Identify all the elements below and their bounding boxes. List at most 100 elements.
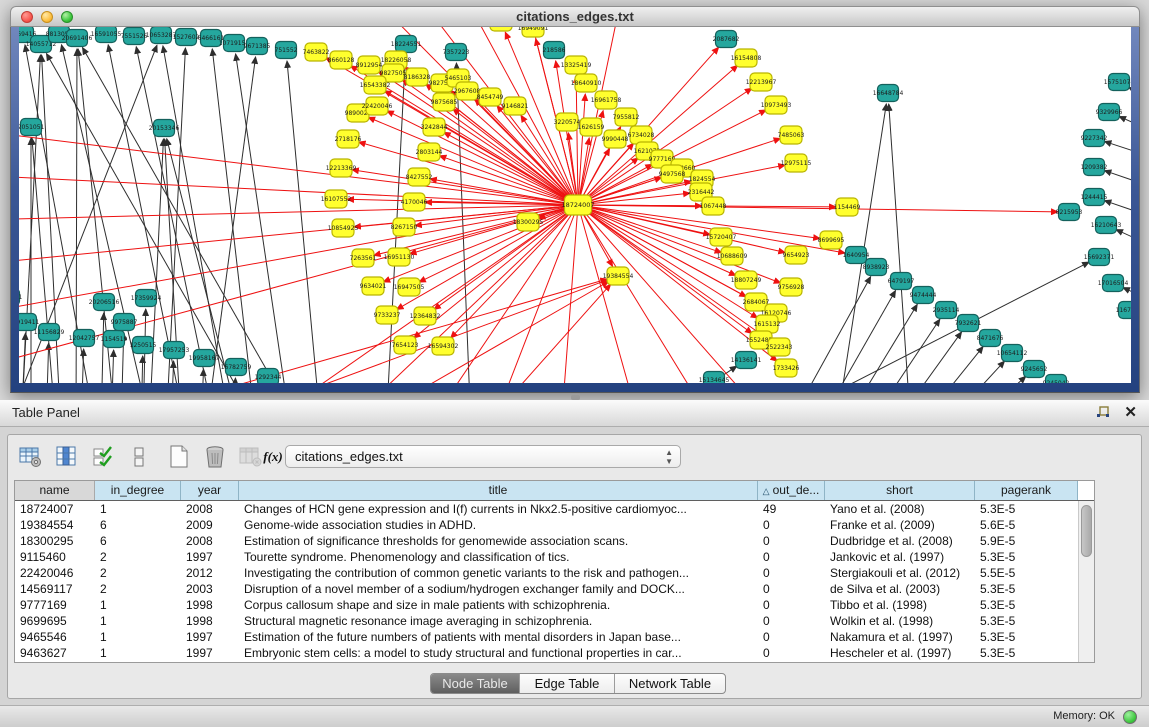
memory-ok-indicator[interactable] <box>1123 710 1137 724</box>
column-header-out_de[interactable]: △out_de... <box>758 481 825 500</box>
graph-node[interactable]: 7485063 <box>778 126 805 144</box>
column-header-year[interactable]: year <box>181 481 239 500</box>
window-titlebar[interactable]: citations_edges.txt <box>10 6 1140 27</box>
graph-node[interactable]: 15692371 <box>1084 249 1115 266</box>
graph-node[interactable]: 16951130 <box>384 248 415 266</box>
graph-node[interactable]: 1615132 <box>754 315 781 333</box>
graph-node[interactable]: 7955812 <box>613 108 640 126</box>
table-settings-icon[interactable] <box>18 444 44 470</box>
graph-node[interactable]: 3242844 <box>421 118 448 136</box>
graph-node[interactable]: 1244415 <box>1081 189 1108 206</box>
graph-node[interactable]: 8938923 <box>863 259 890 276</box>
graph-node[interactable]: 7654123 <box>392 336 419 354</box>
graph-node[interactable]: 16648784 <box>873 85 904 102</box>
graph-node[interactable]: 2087682 <box>713 31 740 48</box>
graph-node[interactable]: 12364832 <box>410 307 441 325</box>
graph-node[interactable]: 9671385 <box>244 38 271 55</box>
graph-node[interactable]: 9474444 <box>910 287 937 304</box>
graph-node[interactable]: 16961758 <box>591 91 622 109</box>
graph-node[interactable]: 9733237 <box>374 306 401 324</box>
graph-node[interactable]: 2522343 <box>766 338 793 356</box>
graph-node[interactable]: 9497568 <box>659 165 686 183</box>
float-panel-icon[interactable] <box>1096 406 1111 421</box>
graph-node[interactable]: 18224551 <box>391 36 422 53</box>
graph-node[interactable]: 1154469 <box>834 198 861 216</box>
graph-node[interactable]: 16154808 <box>731 49 762 67</box>
table-row[interactable]: 946554611997Estimation of the future num… <box>15 629 1078 645</box>
table-row[interactable]: 1872400712008Changes of HCN gene express… <box>15 501 1078 517</box>
graph-node[interactable]: 22420046 <box>362 97 393 115</box>
graph-node[interactable]: 218586 <box>543 42 566 59</box>
show-columns-icon[interactable] <box>54 444 80 470</box>
table-row[interactable]: 1830029562008Estimation of significance … <box>15 533 1078 549</box>
graph-node[interactable]: 3919411 <box>19 314 40 331</box>
graph-node[interactable]: 2026051 <box>19 289 23 306</box>
graph-node[interactable]: 16947505 <box>394 278 425 296</box>
graph-node[interactable]: 2718176 <box>335 130 362 148</box>
graph-node[interactable]: 2051051 <box>19 119 45 136</box>
graph-node[interactable]: 18724007 <box>561 195 594 215</box>
graph-node[interactable]: 18807249 <box>731 271 762 289</box>
graph-node[interactable]: 1154519 <box>101 331 128 348</box>
table-row[interactable]: 969969511998Structural magnetic resonanc… <box>15 613 1078 629</box>
graph-node[interactable]: 16107552 <box>321 190 352 208</box>
scrollbar-thumb[interactable] <box>1081 505 1092 557</box>
graph-node[interactable]: 9654923 <box>783 246 810 264</box>
graph-node[interactable]: 3220574 <box>554 113 581 131</box>
tab-edge-table[interactable]: Edge Table <box>520 674 615 693</box>
column-header-in_degree[interactable]: in_degree <box>95 481 181 500</box>
graph-node[interactable]: 9756928 <box>778 278 805 296</box>
graph-node[interactable]: 1626159 <box>578 118 605 136</box>
tab-network-table[interactable]: Network Table <box>615 674 725 693</box>
column-header-name[interactable]: name <box>15 481 95 500</box>
graph-node[interactable]: 9875685 <box>431 93 458 111</box>
graph-node[interactable]: 12124549 <box>486 27 517 31</box>
graph-node[interactable]: 4170046 <box>401 193 428 211</box>
graph-node[interactable]: 9329966 <box>1096 104 1123 121</box>
table-row[interactable]: 911546021997Tourette syndrome. Phenomeno… <box>15 549 1078 565</box>
merge-rows-icon[interactable] <box>126 444 152 470</box>
graph-node[interactable]: 6479197 <box>888 273 915 290</box>
graph-node[interactable]: 10973493 <box>761 96 792 114</box>
function-builder-icon[interactable]: f(x) <box>260 444 286 470</box>
graph-node[interactable]: 1067448 <box>700 197 727 215</box>
minimize-window-button[interactable] <box>41 11 53 23</box>
column-header-short[interactable]: short <box>825 481 975 500</box>
graph-node[interactable]: 8699695 <box>818 231 845 249</box>
graph-node[interactable]: 12042757 <box>69 330 100 347</box>
close-panel-icon[interactable]: ✕ <box>1124 403 1137 423</box>
graph-node[interactable]: 7463822 <box>303 43 330 61</box>
graph-node[interactable]: 18300295 <box>513 213 544 231</box>
graph-node[interactable]: 8660128 <box>328 51 355 69</box>
graph-node[interactable]: 1167533 <box>1116 302 1131 319</box>
graph-node[interactable]: 6734028 <box>628 126 655 144</box>
graph-node[interactable]: 20206516 <box>89 294 120 311</box>
graph-node[interactable]: 2935114 <box>933 302 960 319</box>
graph-node[interactable]: 20153346 <box>149 120 180 137</box>
graph-node[interactable]: 9245652 <box>1021 361 1048 378</box>
select-columns-icon[interactable] <box>90 444 116 470</box>
graph-node[interactable]: 8186328 <box>404 68 431 86</box>
graph-node[interactable]: 8912954 <box>356 56 383 74</box>
graph-node[interactable]: 11156829 <box>34 324 65 341</box>
graph-node[interactable]: 15720407 <box>706 228 737 246</box>
graph-node[interactable]: 17359924 <box>131 290 162 307</box>
delete-table-icon[interactable] <box>202 444 228 470</box>
graph-node[interactable]: 18640910 <box>571 74 602 92</box>
graph-node[interactable]: 10654112 <box>997 345 1028 362</box>
graph-node[interactable]: 9227342 <box>1081 130 1108 147</box>
table-selector-dropdown[interactable]: citations_edges.txt ▲▼ <box>285 445 681 468</box>
graph-node[interactable]: 10854925 <box>328 219 359 237</box>
table-vertical-scrollbar[interactable] <box>1078 501 1094 662</box>
graph-node[interactable]: 8454749 <box>477 88 504 106</box>
graph-node[interactable]: 13325419 <box>561 56 592 74</box>
table-row[interactable]: 946362711997Embryonic stem cells: a mode… <box>15 645 1078 661</box>
graph-node[interactable]: 14136141 <box>731 352 762 369</box>
graph-node[interactable]: 16782759 <box>221 359 252 376</box>
graph-node[interactable]: 15134645 <box>699 372 730 384</box>
graph-node[interactable]: 16543382 <box>360 76 391 94</box>
graph-node[interactable]: 19384554 <box>603 267 634 285</box>
zoom-window-button[interactable] <box>61 11 73 23</box>
new-table-icon[interactable] <box>166 444 192 470</box>
column-header-title[interactable]: title <box>239 481 758 500</box>
